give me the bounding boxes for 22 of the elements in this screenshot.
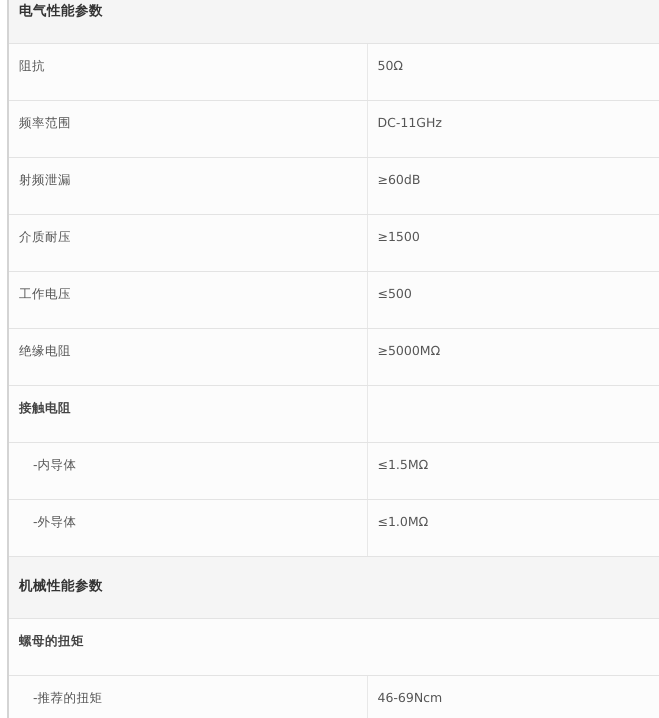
group-label: 螺母的扭矩 (19, 632, 84, 648)
parameter-value: 46-69Ncm (378, 690, 442, 704)
parameter-value: ≤1.5MΩ (378, 456, 428, 472)
parameter-value: ≥60dB (378, 172, 420, 186)
parameter-name: 绝缘电阻 (19, 342, 71, 358)
parameter-name: -推荐的扭矩 (33, 690, 103, 704)
parameter-value: 50Ω (378, 58, 403, 72)
parameter-name: 频率范围 (19, 114, 71, 130)
parameter-name: -内导体 (33, 456, 77, 472)
parameter-value: ≥5000MΩ (378, 342, 440, 358)
parameter-name: 阻抗 (19, 58, 45, 72)
section-heading: 机械性能参数 (19, 578, 103, 594)
group-label: 接触电阻 (19, 400, 71, 414)
parameter-value: ≤500 (378, 286, 412, 300)
parameter-value: ≥1500 (378, 228, 420, 244)
parameter-name: 介质耐压 (19, 228, 71, 244)
section-heading: 电气性能参数 (19, 2, 103, 19)
parameter-name: -外导体 (33, 514, 77, 528)
parameter-name: 工作电压 (19, 286, 71, 300)
parameter-value: DC-11GHz (378, 114, 442, 130)
parameter-value: ≤1.0MΩ (378, 514, 428, 528)
parameter-name: 射频泄漏 (19, 172, 71, 186)
